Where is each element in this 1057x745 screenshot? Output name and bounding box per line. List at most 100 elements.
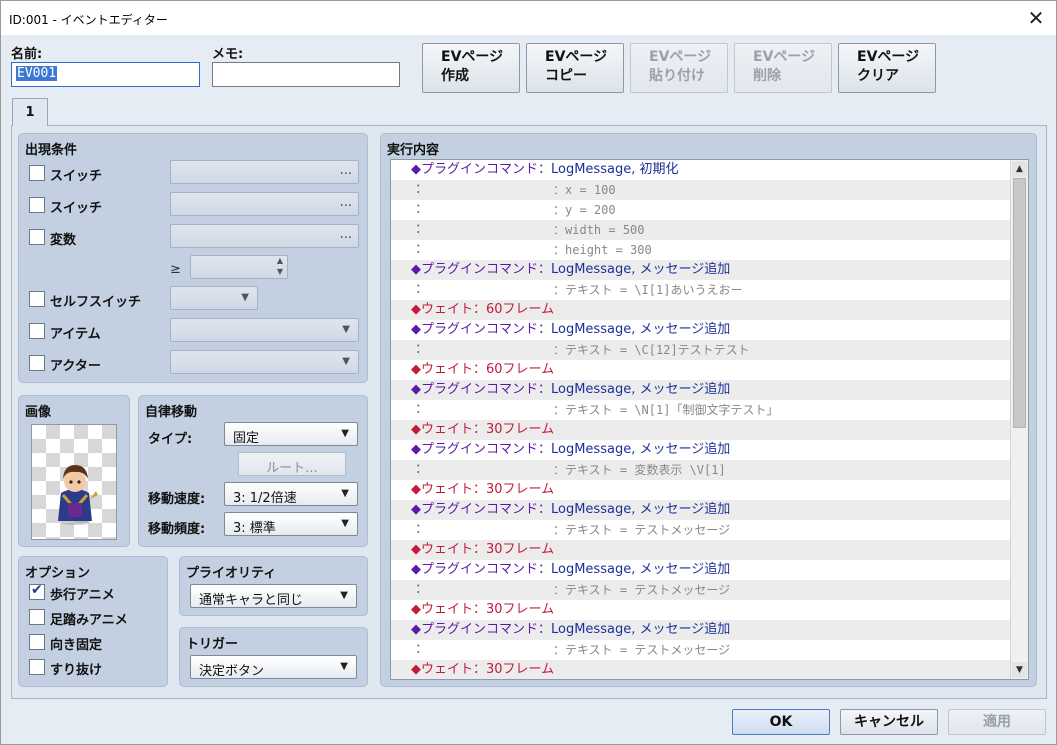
route-button[interactable]: ルート...: [238, 452, 346, 476]
item-select[interactable]: ▼: [170, 318, 359, 342]
command-row[interactable]: ◆プラグインコマンド：LogMessage, 初期化: [391, 160, 1011, 180]
ok-button[interactable]: OK: [732, 709, 830, 735]
command-row[interactable]: ：：テキスト = 変数表示 \V[1]: [391, 460, 1011, 480]
command-row[interactable]: ◆ウェイト：30フレーム: [391, 480, 1011, 500]
switch2-field[interactable]: ...: [170, 192, 359, 216]
stepping-anim-checkbox[interactable]: [29, 609, 45, 625]
vertical-scrollbar[interactable]: ▲ ▼: [1010, 160, 1028, 679]
switch1-ellipsis: ...: [339, 163, 352, 178]
argument-value: height = 300: [565, 243, 652, 257]
self-switch-select[interactable]: ▼: [170, 286, 258, 310]
command-list[interactable]: ◆プラグインコマンド：LogMessage, 初期化：：x = 100：：y =…: [390, 159, 1029, 680]
switch2-checkbox[interactable]: [29, 197, 45, 213]
tab-page-1[interactable]: 1: [12, 98, 48, 126]
movement-freq-select[interactable]: 3: 標準 ▼: [224, 512, 358, 536]
command-row[interactable]: ◆プラグインコマンド：LogMessage, メッセージ追加: [391, 620, 1011, 640]
apply-button[interactable]: 適用: [948, 709, 1046, 735]
variable-value-spinner[interactable]: ▲ ▼: [190, 255, 288, 279]
self-switch-label: セルフスイッチ: [50, 295, 142, 310]
ev-page-paste-line2: 貼り付け: [649, 68, 705, 84]
command-row[interactable]: ：：テキスト = テストメッセージ: [391, 640, 1011, 660]
command-row[interactable]: ◆ウェイト：60フレーム: [391, 300, 1011, 320]
command-row[interactable]: ◆ウェイト：60フレーム: [391, 360, 1011, 380]
spinner-arrows-icon[interactable]: ▲ ▼: [277, 255, 283, 277]
name-input[interactable]: EV001: [11, 62, 200, 87]
scroll-up-icon[interactable]: ▲: [1012, 161, 1027, 177]
trigger-select[interactable]: 決定ボタン ▼: [190, 655, 357, 679]
walking-anim-checkbox[interactable]: [29, 582, 45, 600]
command-row[interactable]: ◆ウェイト：30フレーム: [391, 600, 1011, 620]
variable-field[interactable]: ...: [170, 224, 359, 248]
command-row[interactable]: ◆プラグインコマンド：LogMessage, メッセージ追加: [391, 320, 1011, 340]
image-panel: 画像: [18, 395, 130, 547]
command-row[interactable]: ：：テキスト = \N[1]「制御文字テスト」: [391, 400, 1011, 420]
direction-fix-label: 向き固定: [50, 638, 103, 653]
command-value: 30フレーム: [486, 542, 555, 557]
ev-page-clear-button[interactable]: EVページ クリア: [838, 43, 936, 93]
plugin-command: ◆プラグインコマンド：LogMessage, メッセージ追加: [411, 560, 730, 580]
command-row[interactable]: ◆プラグインコマンド：LogMessage, メッセージ追加: [391, 380, 1011, 400]
scroll-down-icon[interactable]: ▼: [1012, 662, 1027, 678]
command-argument: ：height = 300: [553, 240, 652, 260]
command-row[interactable]: ◆ウェイト：30フレーム: [391, 420, 1011, 440]
variable-checkbox[interactable]: [29, 229, 45, 245]
priority-select[interactable]: 通常キャラと同じ ▼: [190, 584, 357, 608]
command-head: ◆プラグインコマンド：: [411, 622, 551, 637]
command-row[interactable]: ：：テキスト = テストメッセージ: [391, 520, 1011, 540]
image-title: 画像: [25, 405, 52, 420]
ev-page-create-button[interactable]: EVページ 作成: [422, 43, 520, 93]
actor-select[interactable]: ▼: [170, 350, 359, 374]
wait-command: ◆ウェイト：30フレーム: [411, 540, 554, 560]
scroll-thumb[interactable]: [1013, 178, 1026, 428]
command-row[interactable]: ：：width = 500: [391, 220, 1011, 240]
close-icon[interactable]: ✕: [1022, 4, 1050, 32]
argument-prefix: ：: [553, 643, 566, 657]
command-row[interactable]: ◆プラグインコマンド：LogMessage, メッセージ追加: [391, 500, 1011, 520]
command-value: LogMessage, メッセージ追加: [551, 442, 731, 457]
switch2-label: スイッチ: [50, 201, 103, 216]
command-row[interactable]: ：：height = 300: [391, 240, 1011, 260]
movement-type-value: 固定: [233, 431, 260, 446]
command-row[interactable]: ：：テキスト = \I[1]あいうえおー: [391, 280, 1011, 300]
ev-page-paste-button[interactable]: EVページ 貼り付け: [630, 43, 728, 93]
command-row[interactable]: ◆プラグインコマンド：LogMessage, メッセージ追加: [391, 260, 1011, 280]
movement-type-select[interactable]: 固定 ▼: [224, 422, 358, 446]
title-bar: ID:001 - イベントエディター ✕: [1, 1, 1056, 35]
switch1-checkbox[interactable]: [29, 165, 45, 181]
command-row[interactable]: ◆ウェイト：30フレーム: [391, 660, 1011, 679]
continuation-marker: ：: [415, 222, 429, 237]
command-row[interactable]: ：：x = 100: [391, 180, 1011, 200]
direction-fix-checkbox[interactable]: [29, 634, 45, 650]
wait-command: ◆ウェイト：30フレーム: [411, 600, 554, 620]
command-row[interactable]: ：：テキスト = テストメッセージ: [391, 580, 1011, 600]
item-checkbox[interactable]: [29, 323, 45, 339]
self-switch-checkbox[interactable]: [29, 291, 45, 307]
switch1-field[interactable]: ...: [170, 160, 359, 184]
command-head: ◆プラグインコマンド：: [411, 262, 551, 277]
command-row[interactable]: ：：テキスト = \C[12]テストテスト: [391, 340, 1011, 360]
conditions-panel: 出現条件 スイッチ ... スイッチ ... 変数 ... ≥ ▲ ▼ セルフスイ…: [18, 133, 368, 383]
actor-checkbox[interactable]: [29, 355, 45, 371]
chevron-down-icon: ▼: [340, 661, 348, 672]
movement-speed-select[interactable]: 3: 1/2倍速 ▼: [224, 482, 358, 506]
argument-prefix: ：: [553, 343, 566, 357]
image-preview[interactable]: [31, 424, 117, 540]
command-row[interactable]: ◆プラグインコマンド：LogMessage, メッセージ追加: [391, 440, 1011, 460]
ev-page-delete-button[interactable]: EVページ 削除: [734, 43, 832, 93]
command-value: 60フレーム: [486, 362, 555, 377]
argument-prefix: ：: [553, 203, 566, 217]
command-head: ◆プラグインコマンド：: [411, 502, 551, 517]
command-head: ◆プラグインコマンド：: [411, 322, 551, 337]
ev-page-copy-button[interactable]: EVページ コピー: [526, 43, 624, 93]
through-checkbox[interactable]: [29, 659, 45, 675]
continuation-marker: ：: [415, 282, 429, 297]
command-value: 30フレーム: [486, 662, 555, 677]
memo-input[interactable]: [212, 62, 400, 87]
command-value: 30フレーム: [486, 422, 555, 437]
argument-value: テキスト = \C[12]テストテスト: [565, 343, 750, 357]
cancel-button[interactable]: キャンセル: [840, 709, 938, 735]
command-row[interactable]: ：：y = 200: [391, 200, 1011, 220]
options-title: オプション: [25, 566, 91, 581]
command-row[interactable]: ◆ウェイト：30フレーム: [391, 540, 1011, 560]
command-row[interactable]: ◆プラグインコマンド：LogMessage, メッセージ追加: [391, 560, 1011, 580]
